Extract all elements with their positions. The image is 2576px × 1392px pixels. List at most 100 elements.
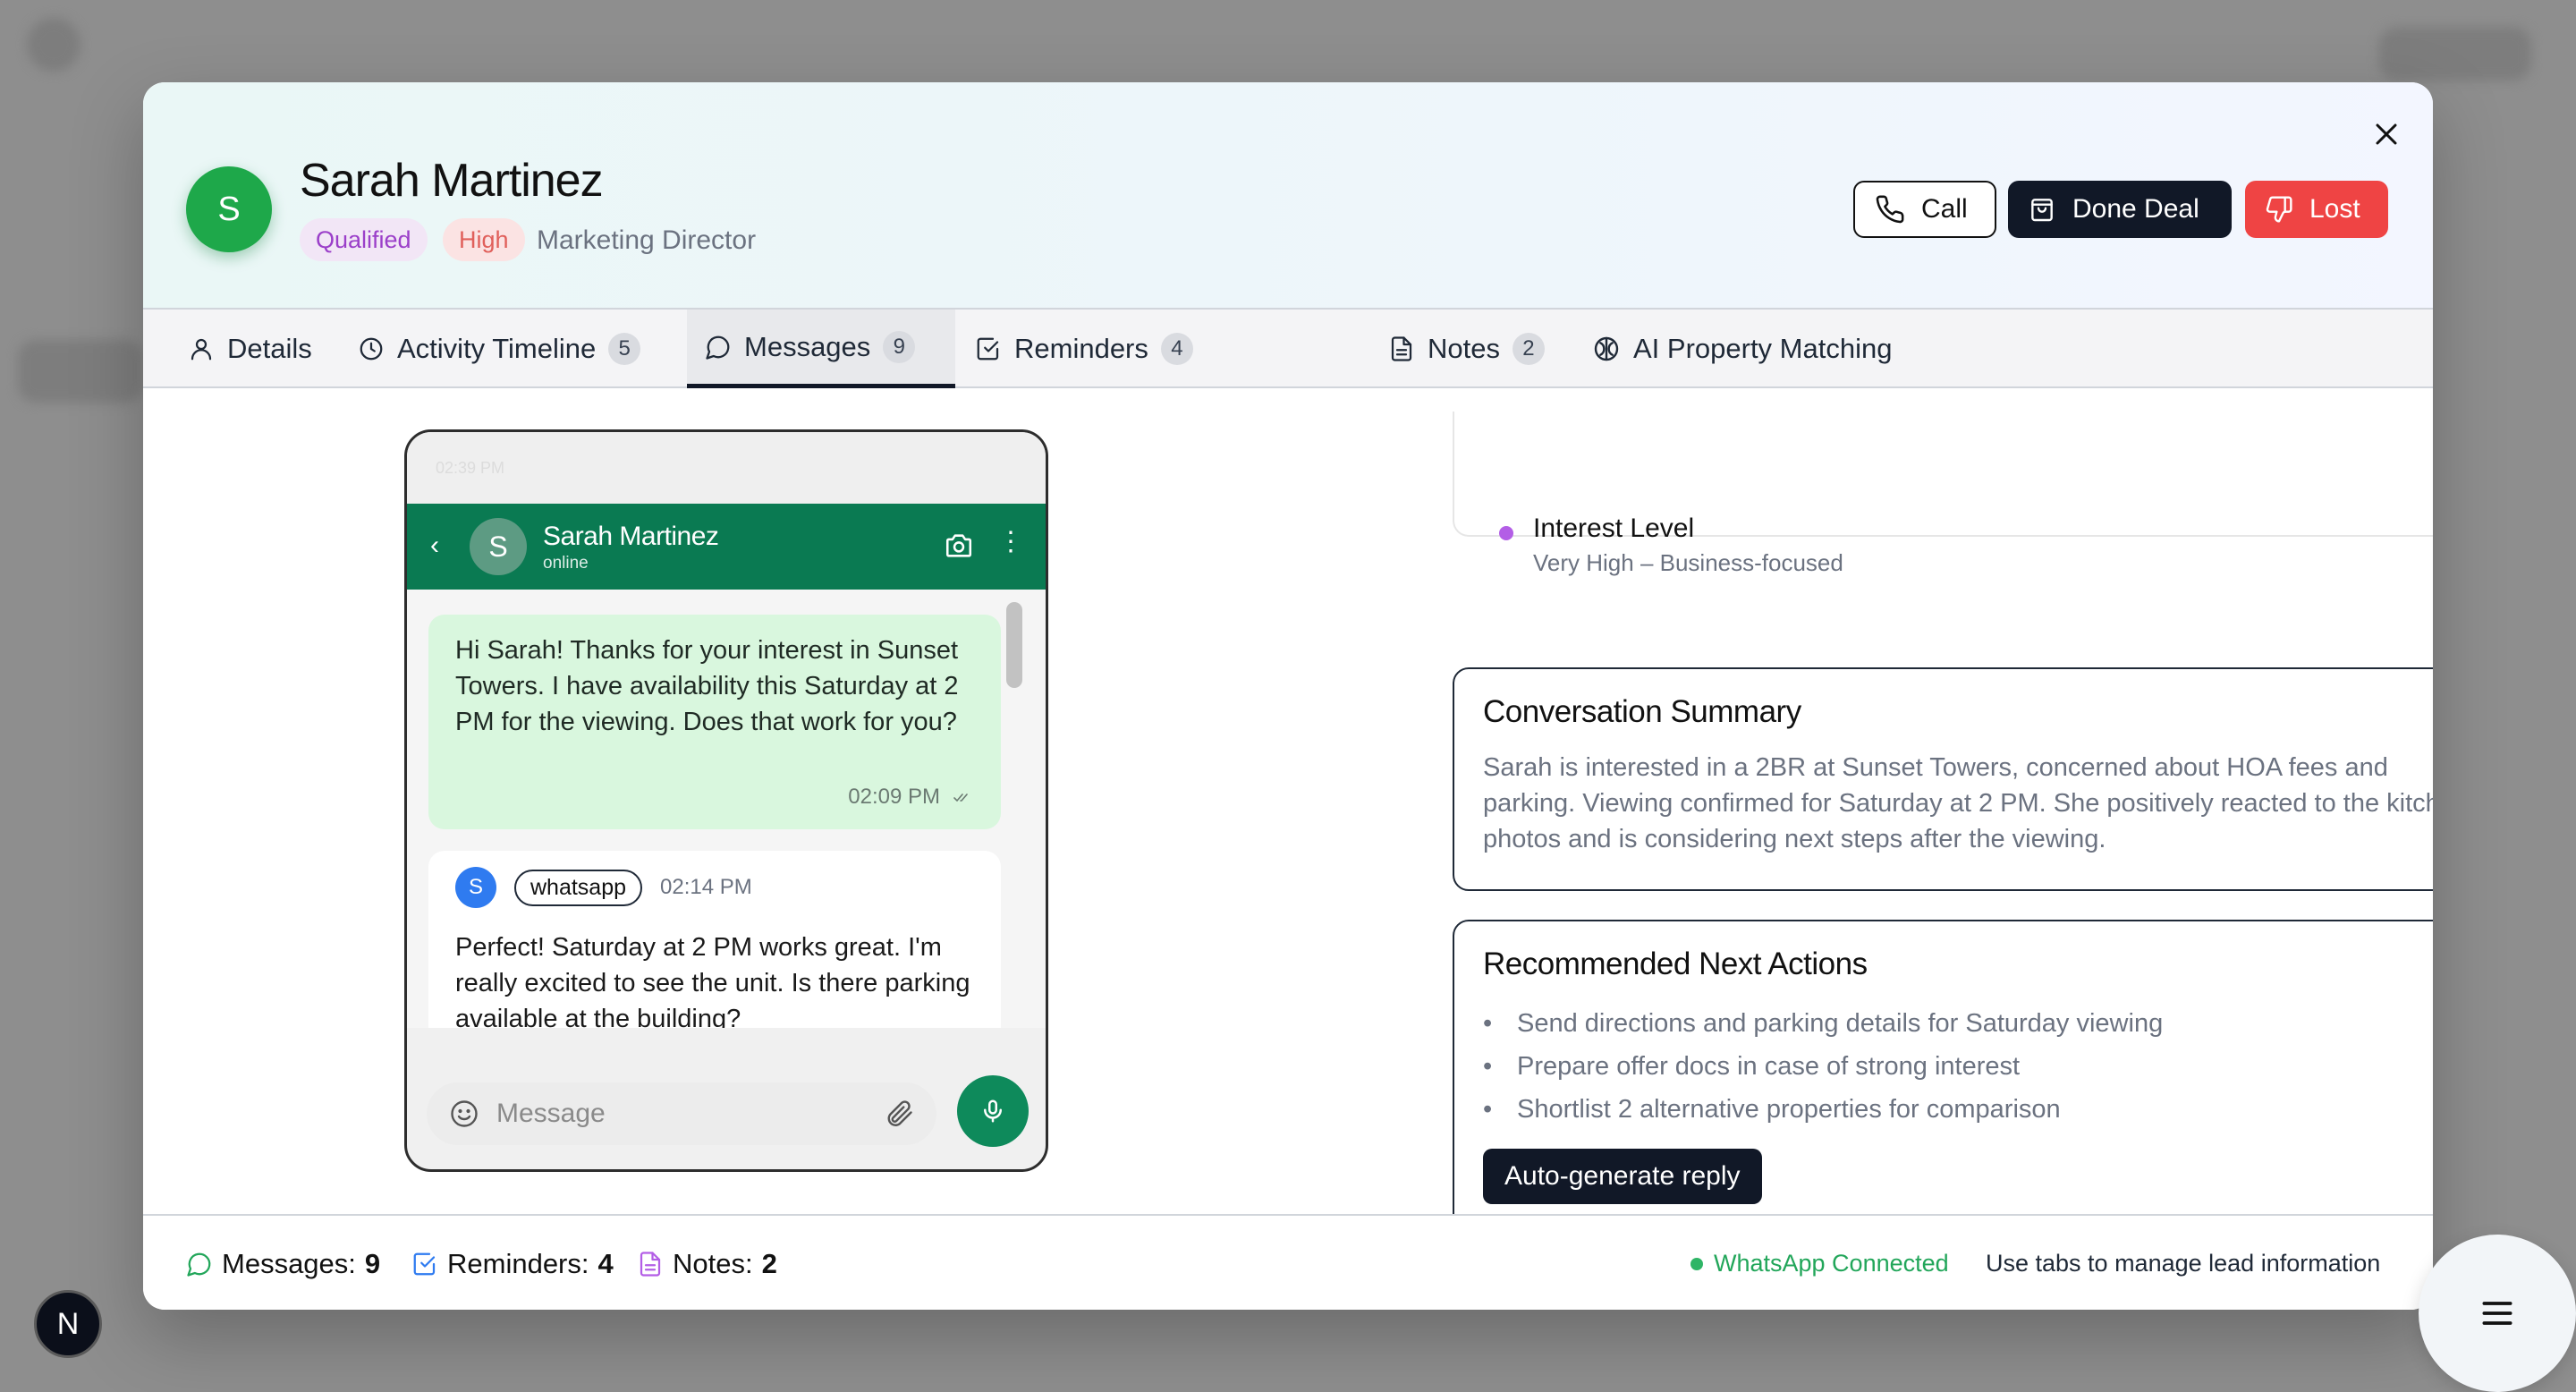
list-item: Shortlist 2 alternative properties for c… xyxy=(1483,1088,2433,1131)
footer-hint: Use tabs to manage lead information xyxy=(1986,1250,2381,1277)
channel-tag: whatsapp xyxy=(514,869,643,906)
background-blur xyxy=(27,18,80,72)
contact-status: online xyxy=(543,554,589,573)
lead-avatar: S xyxy=(186,166,272,252)
interest-dot xyxy=(1499,526,1513,540)
user-icon xyxy=(191,338,212,361)
emoji-icon[interactable] xyxy=(448,1098,480,1130)
lead-name: Sarah Martinez xyxy=(300,155,604,207)
chat-bubble-icon xyxy=(706,335,730,360)
tab-label: Messages xyxy=(744,330,871,362)
more-options-icon[interactable]: ⋮ xyxy=(997,529,1024,556)
interest-label: Interest Level xyxy=(1533,514,1695,543)
message-placeholder: Message xyxy=(496,1099,606,1128)
thumbs-down-icon xyxy=(2266,196,2292,223)
footer-notes-count: Notes: 2 xyxy=(637,1216,777,1310)
checkbox-icon xyxy=(413,1252,436,1275)
chat-scrollbar[interactable] xyxy=(1006,602,1022,688)
chat-header: ‹ S Sarah Martinez online ⋮ xyxy=(407,504,1046,590)
tab-label: Reminders xyxy=(1014,333,1148,364)
document-icon xyxy=(1391,336,1412,361)
sender-avatar: S xyxy=(455,867,496,908)
dev-tools-badge[interactable]: N xyxy=(34,1290,102,1358)
message-header: S whatsapp 02:14 PM xyxy=(455,867,974,908)
interest-level-card: Interest Level Very High – Business-focu… xyxy=(1453,412,2433,576)
back-icon[interactable]: ‹ xyxy=(430,530,439,561)
checkbox-icon xyxy=(977,337,999,361)
lead-modal: S Sarah Martinez Qualified High Marketin… xyxy=(143,82,2433,1310)
tab-count: 4 xyxy=(1160,333,1193,365)
message-text: Perfect! Saturday at 2 PM works great. I… xyxy=(455,933,970,1028)
tab-count: 9 xyxy=(883,330,916,363)
summary-text: Sarah is interested in a 2BR at Sunset T… xyxy=(1483,753,2433,853)
lost-label: Lost xyxy=(2309,194,2360,224)
conversation-summary-card: Conversation Summary Sarah is interested… xyxy=(1453,667,2433,891)
clock-icon xyxy=(360,337,383,361)
tab-notes[interactable]: Notes 2 xyxy=(1370,310,1563,388)
background-blur xyxy=(18,340,143,403)
footer-label: Reminders: xyxy=(447,1247,589,1279)
tab-messages[interactable]: Messages 9 xyxy=(687,310,955,388)
whatsapp-phone-preview: 02:39 PM ‹ S Sarah Martinez online ⋮ Hi … xyxy=(404,429,1048,1172)
card-title: Conversation Summary xyxy=(1483,694,1801,729)
brain-icon xyxy=(1594,336,1619,361)
footer-value: 9 xyxy=(364,1247,381,1279)
double-check-icon xyxy=(953,794,968,802)
footer-reminders-count: Reminders: 4 xyxy=(411,1216,614,1310)
footer-label: Messages: xyxy=(222,1247,356,1279)
camera-icon[interactable] xyxy=(944,530,974,561)
outgoing-message: Hi Sarah! Thanks for your interest in Su… xyxy=(428,615,1001,829)
done-deal-button[interactable]: Done Deal xyxy=(2008,181,2232,238)
tab-count: 5 xyxy=(608,333,641,365)
footer-value: 4 xyxy=(597,1247,614,1279)
list-item: Prepare offer docs in case of strong int… xyxy=(1483,1045,2433,1088)
phone-icon xyxy=(1876,195,1904,224)
footer-value: 2 xyxy=(761,1247,777,1279)
shopping-bag-icon xyxy=(2031,199,2053,222)
conversation-insights-panel: Interest Level Very High – Business-focu… xyxy=(1453,412,2433,1252)
whatsapp-status-text: WhatsApp Connected xyxy=(1714,1250,1949,1277)
modal-footer: Messages: 9 Reminders: 4 Notes: 2 WhatsA… xyxy=(143,1214,2433,1310)
done-deal-label: Done Deal xyxy=(2072,194,2199,224)
call-label: Call xyxy=(1921,194,1968,224)
chat-messages: Hi Sarah! Thanks for your interest in Su… xyxy=(407,590,1046,1028)
card-title: Recommended Next Actions xyxy=(1483,946,1868,981)
tab-label: AI Property Matching xyxy=(1633,333,1893,364)
modal-header: S Sarah Martinez Qualified High Marketin… xyxy=(143,82,2433,308)
chat-bubble-icon xyxy=(187,1252,211,1277)
lead-role: Marketing Director xyxy=(537,225,757,255)
list-item: Send directions and parking details for … xyxy=(1483,1002,2433,1045)
tab-reminders[interactable]: Reminders 4 xyxy=(957,310,1211,388)
document-icon xyxy=(640,1251,661,1277)
interest-value: Very High – Business-focused xyxy=(1533,549,1843,576)
next-actions-list: Send directions and parking details for … xyxy=(1483,1002,2433,1131)
message-input[interactable]: Message xyxy=(427,1082,936,1145)
tab-bar: Details Activity Timeline 5 Messages 9 R… xyxy=(143,308,2433,388)
menu-button[interactable] xyxy=(2419,1235,2576,1392)
contact-name: Sarah Martinez xyxy=(543,522,719,551)
microphone-icon xyxy=(984,1099,1002,1123)
tab-label: Activity Timeline xyxy=(397,333,597,364)
next-actions-card: Recommended Next Actions Send directions… xyxy=(1453,920,2433,1238)
priority-badge: High xyxy=(443,218,525,261)
background-blur xyxy=(2379,27,2531,81)
call-button[interactable]: Call xyxy=(1853,181,1996,238)
lost-button[interactable]: Lost xyxy=(2245,181,2388,238)
contact-avatar: S xyxy=(470,518,527,575)
auto-generate-reply-button[interactable]: Auto-generate reply xyxy=(1483,1149,1762,1204)
status-time: 02:39 PM xyxy=(436,459,505,477)
tab-count: 2 xyxy=(1512,333,1545,365)
voice-message-button[interactable] xyxy=(957,1075,1029,1147)
tab-details[interactable]: Details xyxy=(170,310,330,388)
phone-status-bar: 02:39 PM xyxy=(407,432,1046,505)
tab-label: Notes xyxy=(1428,333,1500,364)
message-text: Hi Sarah! Thanks for your interest in Su… xyxy=(455,636,959,736)
tab-activity-timeline[interactable]: Activity Timeline 5 xyxy=(340,310,658,388)
hamburger-menu-icon xyxy=(2482,1302,2512,1325)
close-button[interactable] xyxy=(2365,113,2408,156)
message-meta: 02:09 PM xyxy=(848,779,974,815)
tab-ai-property-matching[interactable]: AI Property Matching xyxy=(1574,310,1910,388)
paperclip-icon[interactable] xyxy=(883,1098,915,1130)
footer-messages-count: Messages: 9 xyxy=(186,1216,380,1310)
status-badge: Qualified xyxy=(300,218,428,261)
